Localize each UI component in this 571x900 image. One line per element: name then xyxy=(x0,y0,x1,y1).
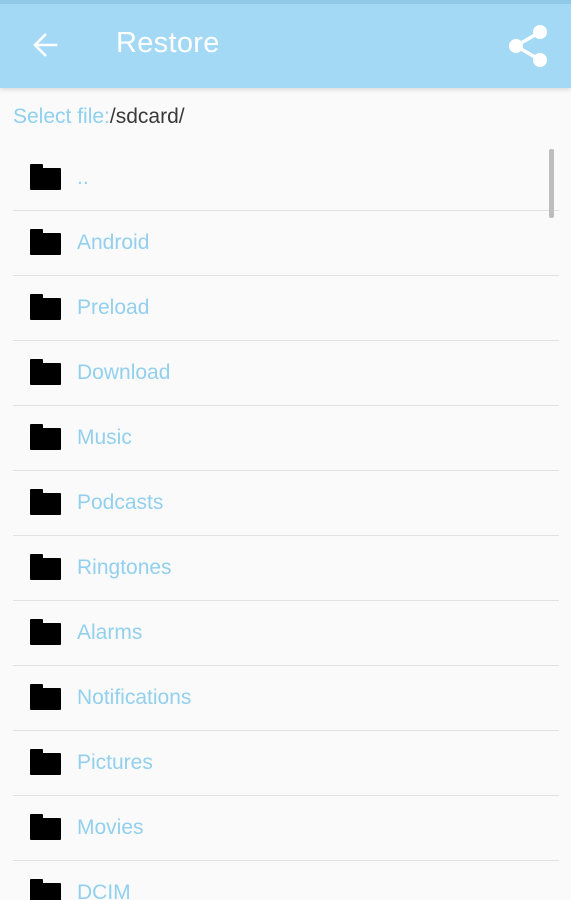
folder-row[interactable]: Alarms xyxy=(13,601,559,666)
folder-label: Notifications xyxy=(77,686,192,709)
folder-icon xyxy=(30,619,61,645)
page-title: Restore xyxy=(116,27,220,59)
folder-list[interactable]: .. Android Preload Download Music Podcasts Rin… xyxy=(13,146,559,900)
folder-icon xyxy=(30,424,61,450)
folder-icon xyxy=(30,684,61,710)
arrow-left-icon xyxy=(33,33,58,57)
folder-row[interactable]: Android xyxy=(13,211,559,276)
folder-row[interactable]: DCIM xyxy=(13,861,559,900)
folder-icon xyxy=(30,554,61,580)
folder-label: Pictures xyxy=(77,751,153,774)
folder-icon xyxy=(30,294,61,320)
folder-label: Movies xyxy=(77,816,144,839)
path-value: /sdcard/ xyxy=(109,105,185,128)
folder-label: Preload xyxy=(77,296,150,319)
status-strip xyxy=(0,0,571,4)
folder-row[interactable]: Ringtones xyxy=(13,536,559,601)
share-button[interactable] xyxy=(504,22,552,70)
folder-row[interactable]: Music xyxy=(13,406,559,471)
folder-icon xyxy=(30,814,61,840)
folder-label: .. xyxy=(77,166,89,189)
folder-row[interactable]: Pictures xyxy=(13,731,559,796)
folder-icon xyxy=(30,359,61,385)
path-breadcrumb: Select file:/sdcard/ xyxy=(13,105,185,129)
folder-label: Alarms xyxy=(77,621,143,644)
folder-icon xyxy=(30,164,61,190)
folder-row[interactable]: Movies xyxy=(13,796,559,861)
folder-label: DCIM xyxy=(77,881,131,900)
path-label: Select file: xyxy=(13,105,110,128)
folder-row[interactable]: .. xyxy=(13,146,559,211)
folder-label: Ringtones xyxy=(77,556,172,579)
folder-row[interactable]: Podcasts xyxy=(13,471,559,536)
folder-icon xyxy=(30,229,61,255)
folder-label: Android xyxy=(77,231,150,254)
folder-label: Podcasts xyxy=(77,491,164,514)
app-bar: Restore xyxy=(0,0,571,88)
folder-label: Download xyxy=(77,361,171,384)
folder-row[interactable]: Download xyxy=(13,341,559,406)
folder-row[interactable]: Notifications xyxy=(13,666,559,731)
folder-icon xyxy=(30,749,61,775)
folder-row[interactable]: Preload xyxy=(13,276,559,341)
scrollbar[interactable] xyxy=(549,149,554,218)
folder-label: Music xyxy=(77,426,132,449)
share-icon xyxy=(509,25,547,67)
folder-icon xyxy=(30,489,61,515)
folder-icon xyxy=(30,879,61,900)
back-button[interactable] xyxy=(24,24,66,66)
